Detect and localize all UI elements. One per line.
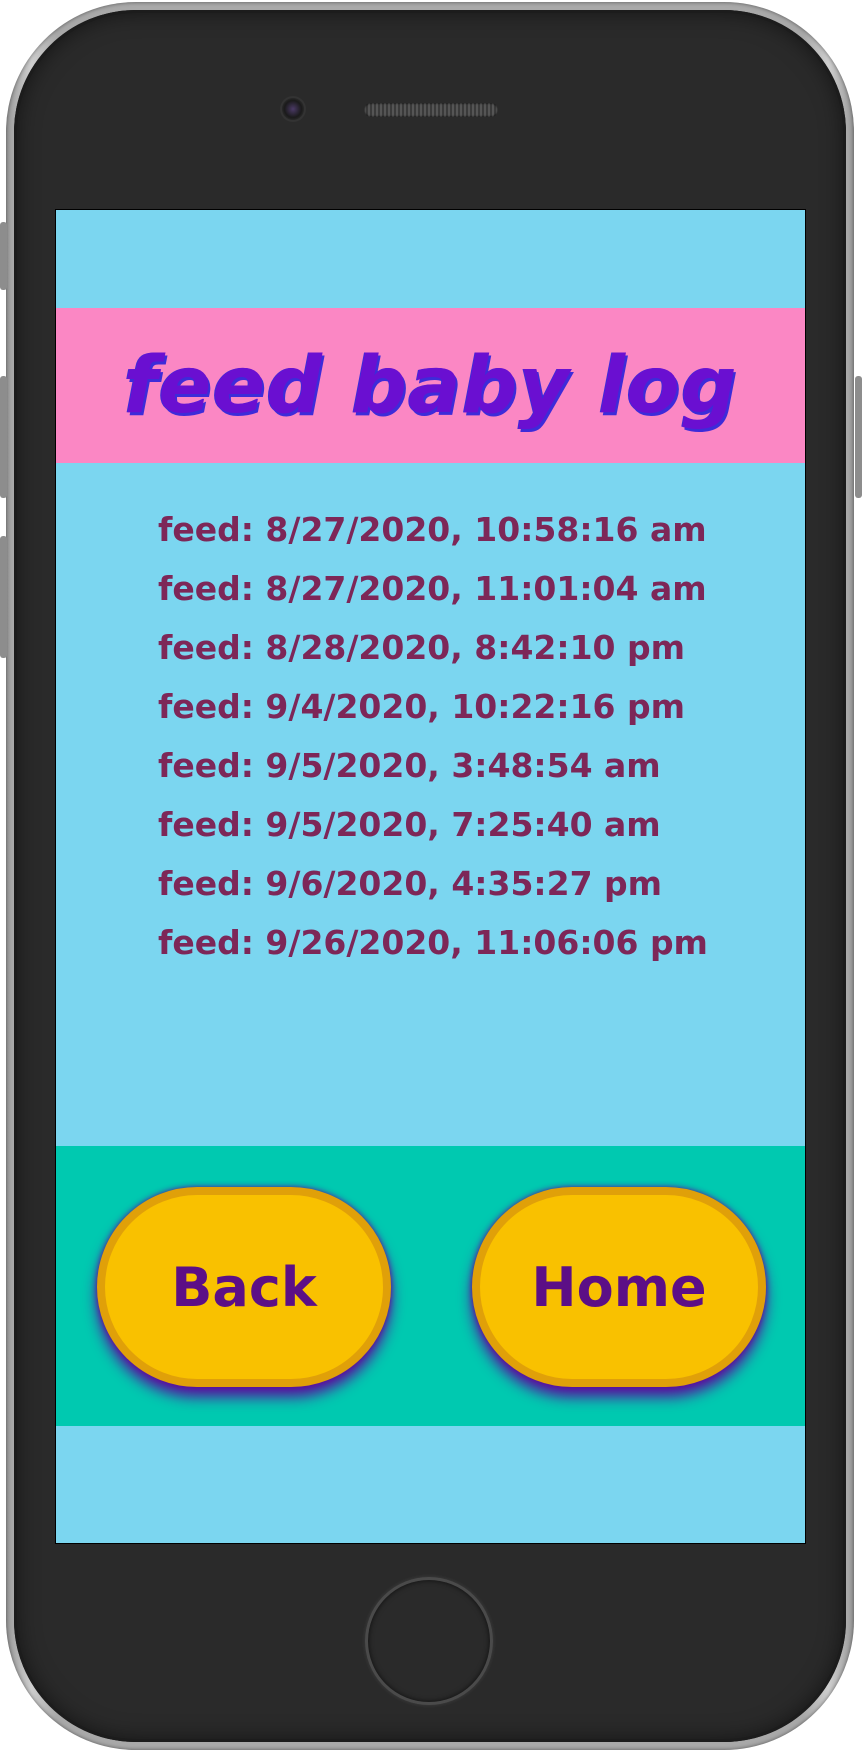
nav-bar: Back Home xyxy=(56,1146,805,1426)
front-camera-icon xyxy=(282,98,304,120)
volume-down-button xyxy=(0,536,7,658)
log-entry: feed: 9/5/2020, 3:48:54 am xyxy=(158,746,661,785)
volume-up-button xyxy=(0,376,7,498)
feed-log-list: feed: 8/27/2020, 10:58:16 am feed: 8/27/… xyxy=(158,500,708,972)
power-button xyxy=(855,376,862,498)
log-entry: feed: 9/4/2020, 10:22:16 pm xyxy=(158,687,685,726)
log-entry: feed: 8/28/2020, 8:42:10 pm xyxy=(158,628,685,667)
title-bar: feed baby log xyxy=(56,308,805,463)
log-entry: feed: 8/27/2020, 10:58:16 am xyxy=(158,510,707,549)
log-entry: feed: 9/5/2020, 7:25:40 am xyxy=(158,805,661,844)
home-hardware-button[interactable] xyxy=(365,1577,493,1705)
page-title: feed baby log xyxy=(123,340,738,431)
log-entry: feed: 9/26/2020, 11:06:06 pm xyxy=(158,923,708,962)
home-button[interactable]: Home xyxy=(472,1187,766,1387)
log-entry: feed: 9/6/2020, 4:35:27 pm xyxy=(158,864,663,903)
mute-switch xyxy=(0,222,7,290)
back-button[interactable]: Back xyxy=(97,1187,391,1387)
log-entry: feed: 8/27/2020, 11:01:04 am xyxy=(158,569,707,608)
speaker-grille xyxy=(364,103,498,117)
app-screen: feed baby log feed: 8/27/2020, 10:58:16 … xyxy=(55,209,806,1544)
